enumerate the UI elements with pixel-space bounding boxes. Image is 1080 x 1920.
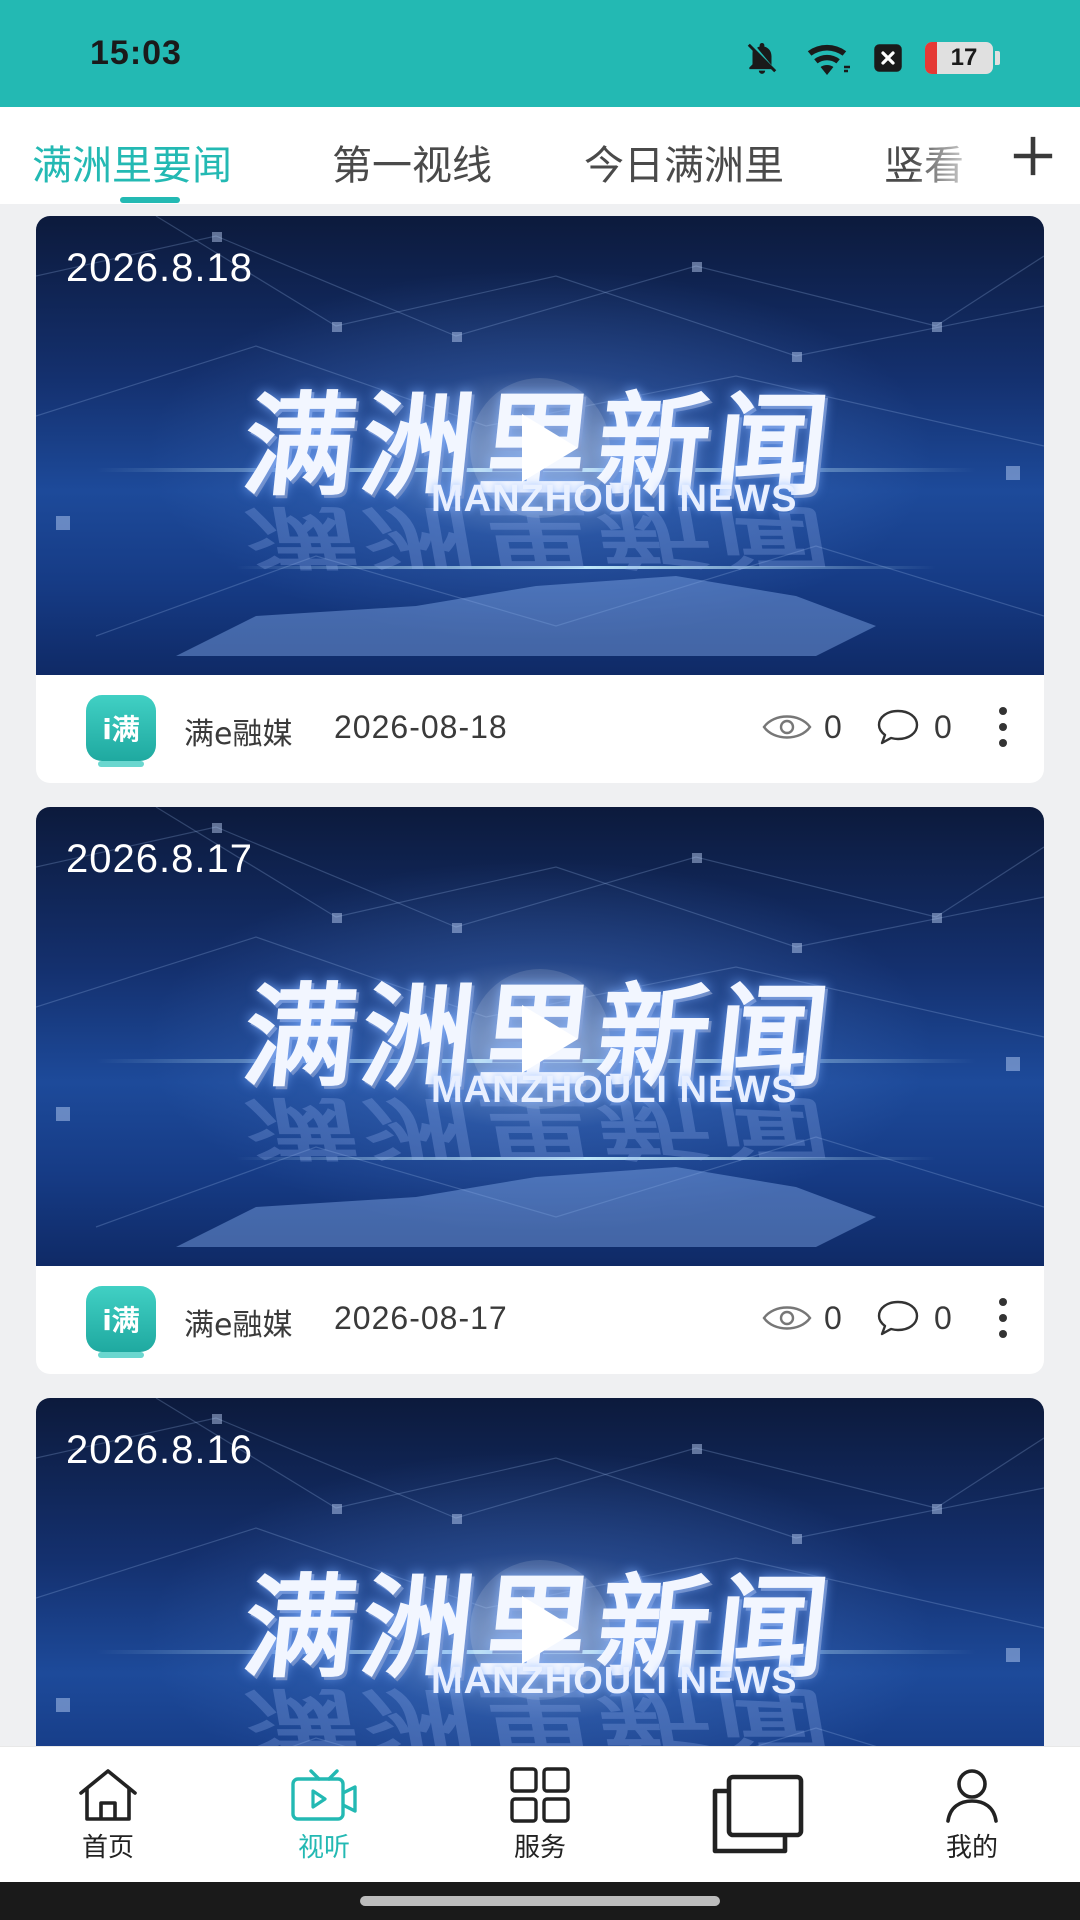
more-options-icon[interactable] — [996, 705, 1010, 749]
person-icon — [946, 1769, 998, 1823]
play-button[interactable] — [470, 378, 610, 518]
source-logo: i满 — [86, 1286, 156, 1358]
channel-tab-bar: 满洲里要闻 第一视线 今日满洲里 竖看 — [0, 107, 1080, 204]
video-thumbnail[interactable]: 满洲里新闻 满洲里新闻 MANZHOULI NEWS 2026.8.18 — [36, 216, 1044, 675]
logo-glyph: i满 — [102, 713, 140, 746]
video-card[interactable]: 满洲里新闻 满洲里新闻 MANZHOULI NEWS 2026.8.16 — [36, 1398, 1044, 1746]
bottom-navigation: 首页 视听 服务 我的 — [0, 1746, 1080, 1882]
status-bar: 15:03 17 — [0, 0, 1080, 107]
nav-label-audio-video: 视听 — [297, 1833, 350, 1863]
plus-icon — [1013, 136, 1053, 176]
layers-icon — [712, 1774, 804, 1854]
add-channel-button[interactable] — [1010, 107, 1080, 204]
video-feed: 满洲里新闻 满洲里新闻 MANZHOULI NEWS 2026.8.18 i满 … — [36, 216, 1044, 1746]
eye-icon — [762, 1306, 812, 1330]
eye-icon — [762, 715, 812, 739]
comment-count: 0 — [934, 709, 952, 745]
wifi-icon — [807, 44, 850, 75]
tab-fade — [910, 107, 1020, 204]
nav-label-services: 服务 — [513, 1833, 566, 1863]
battery-icon: 17 — [925, 42, 993, 74]
source-name: 满e融媒 — [184, 1308, 293, 1343]
thumbnail-date: 2026.8.18 — [66, 246, 253, 290]
gesture-bar — [0, 1882, 1080, 1920]
card-footer: i满 满e融媒 2026-08-17 0 0 — [36, 1266, 1044, 1374]
battery-tip — [995, 51, 1000, 65]
home-gesture-handle[interactable] — [360, 1896, 720, 1906]
active-tab-indicator — [120, 197, 180, 203]
thumbnail-date: 2026.8.17 — [66, 837, 253, 881]
bell-off-icon — [747, 42, 777, 74]
video-card[interactable]: 满洲里新闻 满洲里新闻 MANZHOULI NEWS 2026.8.18 i满 … — [36, 216, 1044, 783]
nav-services[interactable]: 服务 — [480, 1767, 600, 1877]
card-footer: i满 满e融媒 2026-08-18 0 0 — [36, 675, 1044, 783]
tab-first-sight[interactable]: 第一视线 — [332, 133, 492, 191]
tab-today-manzhouli[interactable]: 今日满洲里 — [584, 133, 784, 191]
play-button[interactable] — [470, 969, 610, 1109]
source-logo: i满 — [86, 695, 156, 767]
status-time: 15:03 — [90, 34, 182, 72]
publish-date: 2026-08-17 — [334, 1300, 508, 1336]
source-name: 满e融媒 — [184, 717, 293, 752]
nav-audio-video[interactable]: 视听 — [264, 1767, 384, 1877]
nav-layers[interactable] — [696, 1773, 816, 1883]
video-thumbnail[interactable]: 满洲里新闻 满洲里新闻 MANZHOULI NEWS 2026.8.16 — [36, 1398, 1044, 1746]
play-button[interactable] — [470, 1560, 610, 1700]
grid-icon — [510, 1767, 570, 1823]
publish-date: 2026-08-18 — [334, 709, 508, 745]
more-options-icon[interactable] — [996, 1296, 1010, 1340]
video-card[interactable]: 满洲里新闻 满洲里新闻 MANZHOULI NEWS 2026.8.17 i满 … — [36, 807, 1044, 1374]
nav-label-mine: 我的 — [945, 1833, 998, 1863]
nav-mine[interactable]: 我的 — [912, 1767, 1032, 1877]
status-icons: 17 — [743, 38, 1000, 78]
logo-glyph: i满 — [102, 1304, 140, 1337]
nav-label-home: 首页 — [81, 1833, 134, 1863]
home-icon — [79, 1769, 137, 1821]
comment-icon[interactable] — [876, 1298, 920, 1338]
thumbnail-date: 2026.8.16 — [66, 1428, 253, 1472]
close-box-icon — [874, 44, 902, 72]
tv-play-icon — [291, 1769, 357, 1821]
nav-home[interactable]: 首页 — [48, 1767, 168, 1877]
battery-level: 17 — [950, 44, 978, 71]
video-thumbnail[interactable]: 满洲里新闻 满洲里新闻 MANZHOULI NEWS 2026.8.17 — [36, 807, 1044, 1266]
comment-icon[interactable] — [876, 707, 920, 747]
comment-count: 0 — [934, 1300, 952, 1336]
view-count: 0 — [824, 1300, 842, 1336]
view-count: 0 — [824, 709, 842, 745]
tab-manzhouli-headlines[interactable]: 满洲里要闻 — [32, 133, 232, 191]
